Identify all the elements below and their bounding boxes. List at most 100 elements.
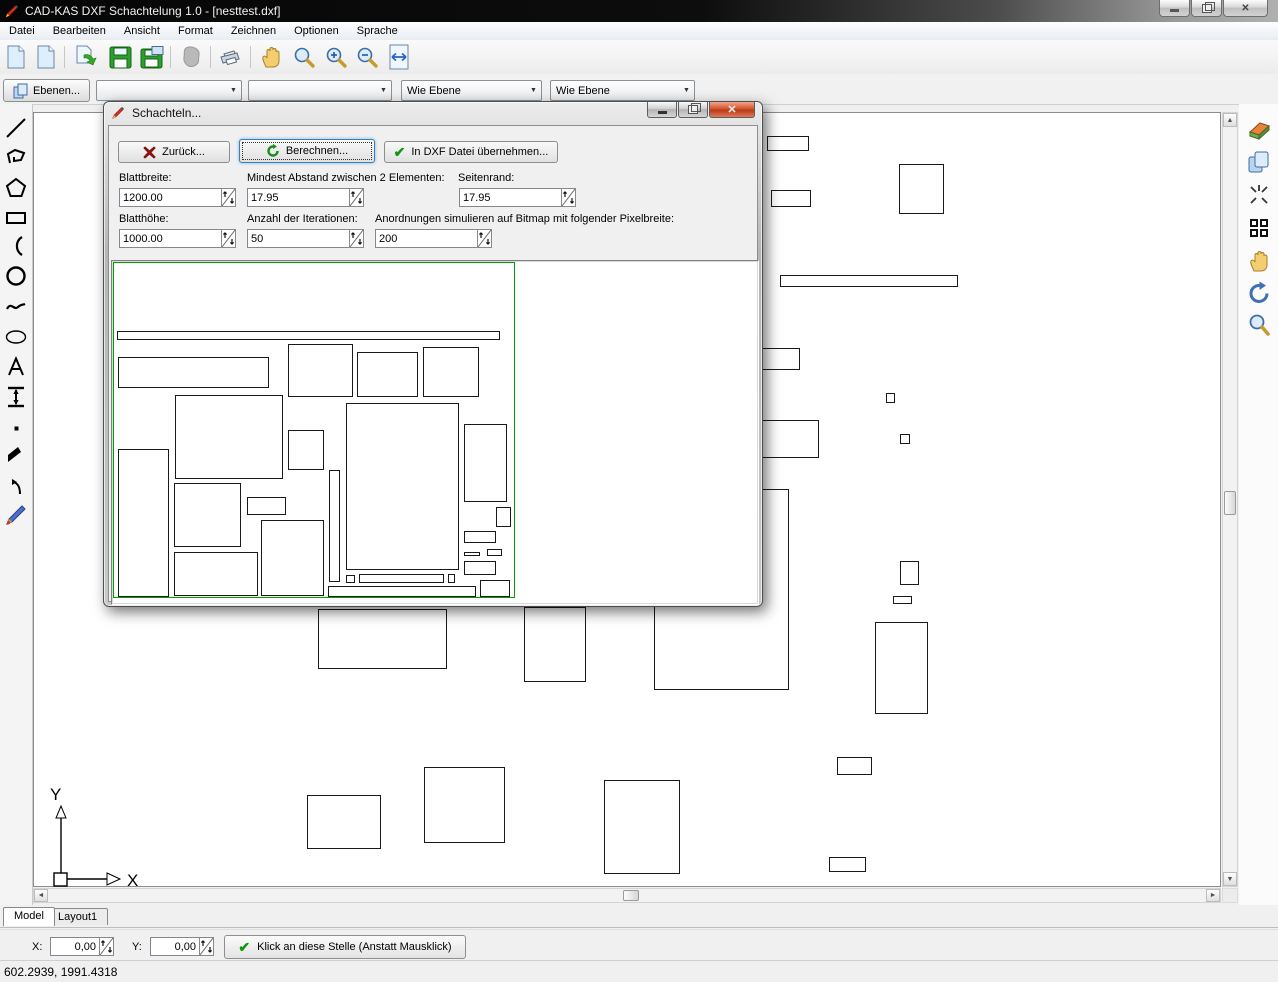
klick-button[interactable]: ✔ Klick an diese Stelle (Anstatt Mauskli… — [224, 935, 466, 959]
scroll-right-icon: ► — [1210, 892, 1217, 899]
spinner-icon[interactable] — [221, 229, 236, 248]
line-tool-icon[interactable] — [4, 116, 28, 140]
array-grid-icon[interactable] — [1246, 215, 1272, 241]
menu-datei[interactable]: Datei — [0, 23, 44, 39]
zoom-in-icon[interactable] — [323, 44, 349, 70]
save-as-icon[interactable] — [139, 44, 165, 70]
scroll-right-button[interactable]: ► — [1206, 889, 1220, 902]
dialog-maximize-button[interactable] — [678, 102, 708, 118]
ebenen-button[interactable]: Ebenen... — [3, 79, 90, 102]
dimension-tool-icon[interactable] — [4, 385, 28, 409]
restore-button[interactable] — [1191, 0, 1222, 17]
y-coordinate-field[interactable] — [150, 937, 214, 956]
copy-icon[interactable] — [1246, 149, 1272, 175]
scroll-down-button[interactable]: ▼ — [1223, 872, 1237, 886]
scroll-left-button[interactable]: ◄ — [34, 889, 48, 902]
vertical-scrollbar[interactable]: ▲ ▼ — [1222, 112, 1238, 887]
tab-layout1[interactable]: Layout1 — [47, 908, 108, 925]
iterationen-input[interactable] — [247, 229, 349, 248]
fit-width-icon[interactable] — [386, 44, 412, 70]
menu-optionen[interactable]: Optionen — [285, 23, 348, 39]
menu-sprache[interactable]: Sprache — [348, 23, 407, 39]
x-coordinate-label: X: — [32, 941, 42, 953]
point-tool-icon[interactable] — [4, 416, 28, 440]
dialog-title-bar[interactable]: Schachteln... ✕ — [104, 102, 762, 124]
horizontal-scrollbar[interactable]: ◄ ► — [33, 888, 1221, 903]
spinner-icon[interactable] — [561, 188, 576, 207]
seitenrand-input[interactable] — [459, 188, 561, 207]
ellipse-tool-icon[interactable] — [4, 325, 28, 349]
search-zoom-icon[interactable] — [1246, 312, 1272, 338]
blattbreite-field[interactable] — [119, 188, 236, 207]
pixelbreite-field[interactable] — [375, 229, 492, 248]
polygon-tool-icon[interactable] — [4, 176, 28, 200]
seitenrand-field[interactable] — [459, 188, 576, 207]
color-dropdown[interactable]: Wie Ebene ▼ — [401, 80, 542, 101]
explode-icon[interactable] — [1246, 182, 1272, 208]
uebernehmen-button-label: In DXF Datei übernehmen... — [411, 146, 548, 158]
iterationen-field[interactable] — [247, 229, 364, 248]
tab-model[interactable]: Model — [3, 907, 55, 926]
circle-tool-icon[interactable] — [4, 264, 28, 288]
close-button[interactable]: ✕ — [1223, 0, 1268, 17]
zoom-out-icon[interactable] — [354, 44, 380, 70]
horizontal-scroll-thumb[interactable] — [623, 890, 639, 901]
blattbreite-label: Blattbreite: — [119, 172, 172, 184]
check-icon: ✔ — [238, 940, 250, 954]
mindestabstand-input[interactable] — [247, 188, 349, 207]
rectangle-tool-icon[interactable] — [4, 206, 28, 230]
pixelbreite-input[interactable] — [375, 229, 477, 248]
blatthoehe-input[interactable] — [119, 229, 221, 248]
x-coordinate-field[interactable] — [50, 937, 114, 956]
blatthoehe-field[interactable] — [119, 229, 236, 248]
shape-rect — [464, 561, 496, 575]
eraser-icon[interactable] — [1246, 116, 1272, 142]
mindestabstand-field[interactable] — [247, 188, 364, 207]
toolbar-separator — [250, 46, 251, 68]
y-coordinate-input[interactable] — [150, 937, 199, 956]
shape-rect — [900, 434, 910, 444]
zurueck-button[interactable]: Zurück... — [118, 141, 230, 163]
shape-rect — [496, 507, 511, 527]
toolbar-separator — [210, 46, 211, 68]
vertical-scroll-thumb[interactable] — [1224, 491, 1236, 515]
pan-hand-icon[interactable] — [1246, 248, 1272, 274]
print-icon[interactable] — [217, 44, 243, 70]
uebernehmen-button[interactable]: ✔ In DXF Datei übernehmen... — [384, 141, 558, 163]
zoom-icon[interactable] — [291, 44, 317, 70]
scroll-up-button[interactable]: ▲ — [1223, 113, 1237, 127]
menu-bearbeiten[interactable]: Bearbeiten — [44, 23, 115, 39]
layer-dropdown-2[interactable]: ▼ — [248, 80, 392, 101]
arc-tool-icon[interactable] — [4, 234, 28, 258]
spinner-icon[interactable] — [199, 937, 214, 956]
new-file-icon[interactable] — [3, 44, 29, 70]
menu-zeichnen[interactable]: Zeichnen — [222, 23, 285, 39]
spinner-icon[interactable] — [349, 229, 364, 248]
layer-dropdown-1[interactable]: ▼ — [96, 80, 242, 101]
solid-tool-icon[interactable] — [4, 442, 28, 466]
linetype-dropdown[interactable]: Wie Ebene ▼ — [550, 80, 695, 101]
blattbreite-input[interactable] — [119, 188, 221, 207]
polyline-tool-icon[interactable] — [4, 146, 28, 170]
x-coordinate-input[interactable] — [50, 937, 99, 956]
spinner-icon[interactable] — [477, 229, 492, 248]
menu-format[interactable]: Format — [169, 23, 222, 39]
new-file2-icon[interactable] — [33, 44, 59, 70]
dialog-close-button[interactable]: ✕ — [709, 102, 755, 118]
undo-arrow-icon[interactable] — [4, 473, 28, 497]
save-icon[interactable] — [107, 44, 133, 70]
berechnen-button[interactable]: Berechnen... — [239, 139, 375, 163]
rotate-icon[interactable] — [1246, 280, 1272, 306]
dialog-minimize-button[interactable] — [647, 102, 677, 118]
shape-rect — [118, 357, 269, 388]
spinner-icon[interactable] — [221, 188, 236, 207]
pan-hand-icon[interactable] — [258, 44, 284, 70]
open-file-icon[interactable] — [73, 44, 99, 70]
brush-tool-icon[interactable] — [4, 503, 28, 527]
minimize-button[interactable] — [1159, 0, 1190, 17]
spinner-icon[interactable] — [99, 937, 114, 956]
menu-ansicht[interactable]: Ansicht — [115, 23, 169, 39]
text-tool-icon[interactable] — [4, 355, 28, 379]
spline-tool-icon[interactable] — [4, 295, 28, 319]
spinner-icon[interactable] — [349, 188, 364, 207]
